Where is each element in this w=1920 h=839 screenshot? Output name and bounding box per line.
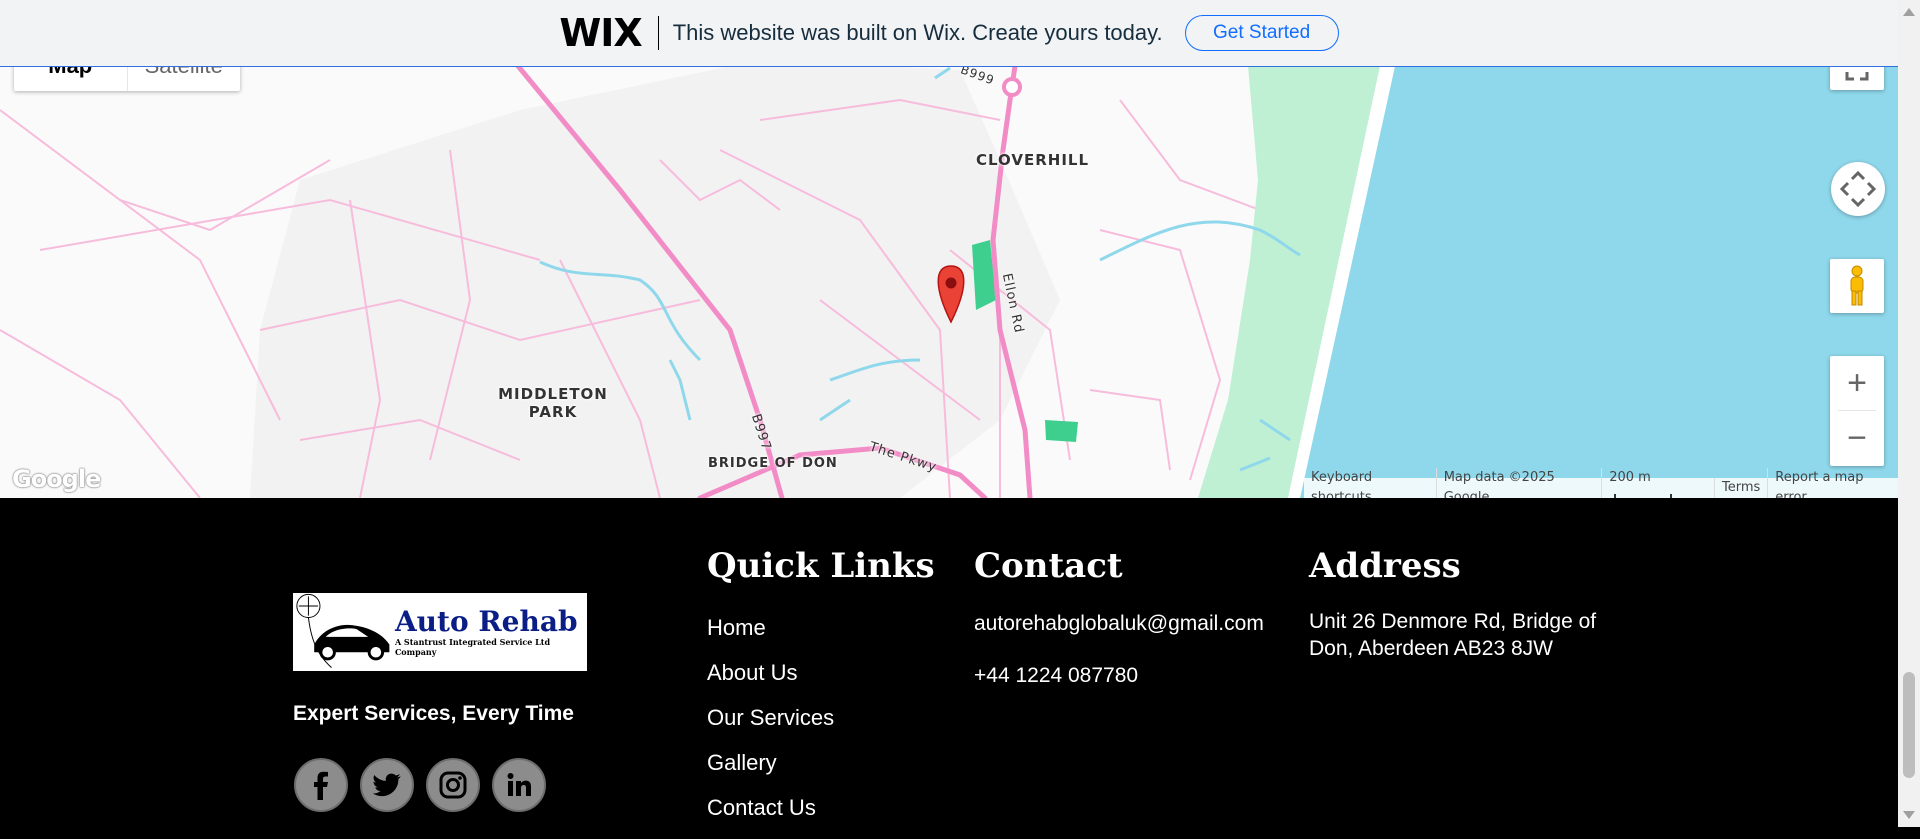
quick-links-heading: Quick Links	[707, 546, 935, 586]
scroll-up-arrow-icon[interactable]	[1903, 8, 1915, 16]
get-started-button[interactable]: Get Started	[1184, 15, 1339, 51]
terms-link[interactable]: Terms	[1714, 478, 1767, 498]
instagram-icon	[439, 771, 467, 799]
facebook-link[interactable]	[294, 758, 348, 812]
zoom-out-button[interactable]: −	[1830, 411, 1884, 465]
map-data-credit: Map data ©2025 Google	[1435, 468, 1602, 498]
google-logo: Google	[12, 465, 101, 493]
keyboard-shortcuts-link[interactable]: Keyboard shortcuts	[1304, 468, 1436, 498]
move-arrows-icon	[1839, 170, 1877, 208]
logo-subtitle-text: A Stantrust Integrated Service Ltd Compa…	[394, 637, 551, 657]
site-footer: Auto Rehab A Stantrust Integrated Servic…	[0, 498, 1898, 827]
street-view-pegman-button[interactable]	[1830, 259, 1884, 313]
tagline: Expert Services, Every Time	[293, 702, 574, 725]
page-scrollbar[interactable]	[1898, 0, 1920, 827]
scrollbar-thumb[interactable]	[1903, 672, 1915, 778]
footer-link-contact-us[interactable]: Contact Us	[707, 794, 834, 839]
address-heading: Address	[1309, 546, 1461, 586]
scroll-down-arrow-icon[interactable]	[1903, 811, 1915, 819]
logo-name-text: Auto Rehab	[394, 605, 578, 638]
footer-link-about-us[interactable]: About Us	[707, 659, 834, 704]
linkedin-link[interactable]	[492, 758, 546, 812]
auto-rehab-logo[interactable]: Auto Rehab A Stantrust Integrated Servic…	[293, 593, 587, 671]
instagram-link[interactable]	[426, 758, 480, 812]
zoom-control: + −	[1830, 356, 1884, 466]
map-scale-label: 200 m	[1609, 470, 1651, 485]
camera-control-button[interactable]	[1831, 162, 1885, 216]
map-label-cloverhill: CLOVERHILL	[976, 151, 1090, 169]
map-label-bridge-of-don: BRIDGE OF DON	[708, 456, 838, 471]
linkedin-icon	[507, 773, 531, 796]
footer-link-home[interactable]: Home	[707, 614, 834, 659]
quick-links-nav: Home About Us Our Services Gallery Conta…	[707, 614, 834, 839]
google-map[interactable]: CLOVERHILL MIDDLETON PARK BRIDGE OF DON …	[0, 0, 1898, 498]
zoom-in-button[interactable]: +	[1830, 356, 1884, 410]
facebook-icon	[314, 771, 328, 800]
car-logo-icon	[296, 593, 390, 669]
map-scale[interactable]: 200 m	[1601, 468, 1714, 498]
address-text: Unit 26 Denmore Rd, Bridge of Don, Aberd…	[1309, 610, 1597, 660]
map-label-middleton-park: MIDDLETON PARK	[498, 385, 608, 421]
twitter-icon	[372, 773, 401, 797]
footer-link-our-services[interactable]: Our Services	[707, 704, 834, 749]
footer-link-gallery[interactable]: Gallery	[707, 749, 834, 794]
wix-banner-message: This website was built on Wix. Create yo…	[672, 20, 1163, 45]
wix-promo-banner: WIX This website was built on Wix. Creat…	[0, 0, 1898, 67]
map-canvas	[0, 60, 1898, 498]
report-map-error-link[interactable]: Report a map error	[1767, 468, 1898, 498]
twitter-link[interactable]	[360, 758, 414, 812]
wix-logo[interactable]: WIX	[559, 14, 659, 52]
contact-heading: Contact	[974, 546, 1123, 586]
map-attribution-bar: Keyboard shortcuts Map data ©2025 Google…	[1304, 468, 1898, 498]
pegman-icon	[1850, 265, 1864, 306]
contact-email[interactable]: autorehabglobaluk@gmail.com	[974, 612, 1264, 636]
social-links	[294, 758, 546, 812]
contact-phone[interactable]: +44 1224 087780	[974, 664, 1138, 688]
